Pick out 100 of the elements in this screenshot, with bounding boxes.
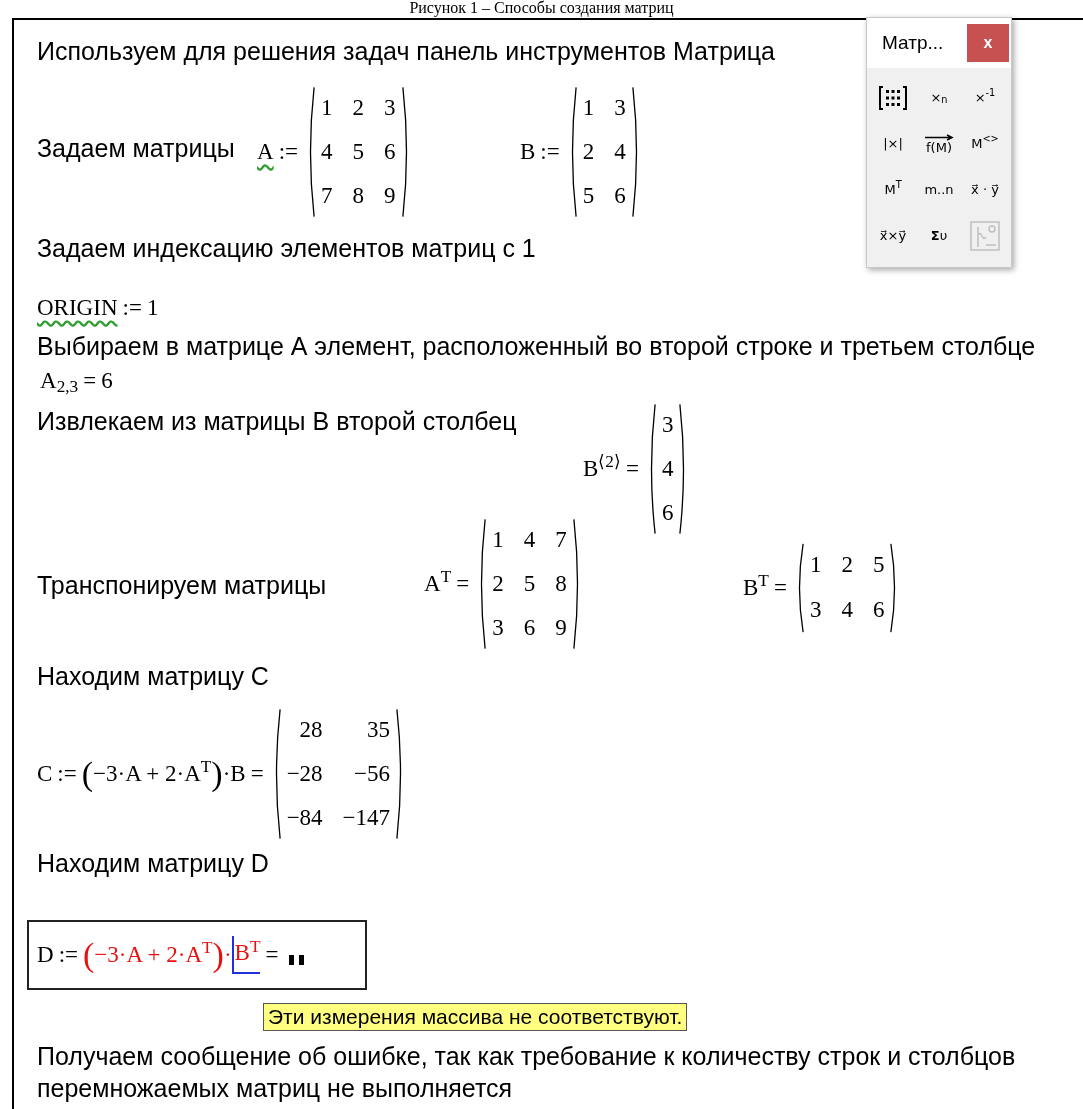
toolbar-button[interactable]: x⃗×y⃗	[871, 216, 915, 256]
math-symbol: ORIGIN	[37, 294, 118, 322]
matrix-cell-text: 1	[809, 551, 822, 579]
error-tooltip: Эти измерения массива не соответствуют.	[263, 1003, 688, 1031]
matrix-cell-text: 1	[582, 94, 595, 122]
paragraph: Задаем матрицы	[37, 133, 235, 164]
matrix-cell-text: 6	[614, 182, 626, 210]
toolbar-button[interactable]: m..n	[917, 170, 961, 210]
toolbar-button[interactable]: ×$_{n}$	[917, 78, 961, 118]
paragraph: Выбираем в матрице А элемент, расположенный во второй строке и третьем столбце	[37, 331, 1036, 362]
matrix-cell-text: 1	[492, 526, 504, 554]
matrix-cell-text: 5	[352, 138, 364, 166]
math-symbol: B$^{T}$	[743, 570, 769, 602]
math-operator: =	[250, 759, 264, 788]
math-operator: :=	[57, 759, 77, 788]
matrix-cell-text: −84	[286, 804, 323, 832]
math-operator: =	[83, 367, 97, 395]
parenthesis: )	[212, 938, 224, 972]
math-symbol: A	[257, 137, 274, 166]
matrix-cell-text: 2	[841, 551, 853, 579]
toolbar-button[interactable]: M$^{T}$	[871, 170, 915, 210]
toolbar-button[interactable]: x⃗ · y⃗	[963, 170, 1007, 210]
math-expression: ·	[223, 940, 232, 969]
math-operator: :=	[122, 294, 142, 322]
equation[interactable]: B$^{T}$ = 1 2 5 3 4 6	[743, 543, 903, 633]
matrix-cell-text: 3	[809, 596, 822, 624]
equation[interactable]: C :=(−3·A + 2·A$^{T}$)·B = 28 35 −28 −56 −84 −147	[37, 708, 409, 840]
paragraph: Находим матрицу C	[37, 661, 269, 692]
toolbar-button[interactable]: Συ	[917, 216, 961, 256]
matrix-cell-text: 4	[523, 526, 536, 554]
selected-equation[interactable]: D :=(−3·A + 2·A$^{T}$)·B$^{T}$ =	[27, 920, 367, 990]
equation[interactable]: A$_{2,3}$ = 6	[40, 364, 113, 399]
matrix-cell-text: 6	[661, 499, 674, 527]
matrix-cell-text: 3	[661, 411, 674, 439]
close-button[interactable]: x	[967, 24, 1009, 62]
matrix-cell-text: 2	[582, 138, 595, 166]
matrix-cell-text: 4	[321, 138, 333, 166]
math-operator: :=	[278, 137, 298, 166]
matrix-cell-text: 5	[523, 570, 536, 598]
toolbar-button[interactable]: M$^{<>}$	[963, 124, 1007, 164]
matrix-cell-text: 3	[492, 614, 504, 642]
placeholder-icon	[289, 953, 305, 965]
parenthesis: )	[211, 757, 223, 791]
matrix-cell-text: 3	[614, 94, 626, 122]
math-operator: =	[265, 940, 279, 969]
math-symbol: A$_{2,3}$	[40, 367, 79, 399]
matrix-cell-text: 8	[352, 182, 364, 210]
math-symbol: 1	[146, 294, 159, 322]
math-symbol: 6	[101, 367, 113, 395]
matrix-cell-text: 6	[523, 614, 536, 642]
paragraph: Находим матрицу D	[37, 848, 269, 879]
figure-caption: Рисунок 1 – Способы создания матриц	[408, 0, 675, 17]
matrix-cell-text: 3	[384, 94, 396, 122]
matrix-cell-text: 9	[384, 182, 396, 210]
toolbar-title: Матр...	[882, 30, 944, 55]
matrix-cell-text: −147	[342, 804, 391, 832]
matrix-cell-text: 6	[384, 138, 396, 166]
matrix-cell-text: 4	[661, 455, 674, 483]
math-operator: =	[773, 573, 787, 602]
matrix-cell-text: 9	[555, 614, 567, 642]
paragraph: Получаем сообщение об ошибке, так как требование к количеству строк и столбцов перемножаемых матриц не выполняется	[37, 1041, 1017, 1104]
math-expression: ·B	[222, 759, 246, 788]
matrix-cell-text: 1	[321, 94, 333, 122]
math-operator: =	[625, 454, 639, 483]
matrix-icon	[878, 85, 908, 111]
paragraph: Задаем индексацию элементов матриц с 1	[37, 233, 536, 264]
matrix-cell-text: 7	[555, 526, 567, 554]
math-symbol: A$^{T}$	[424, 566, 452, 598]
math-symbol: C	[37, 759, 53, 788]
button-label: f(M)	[926, 141, 952, 154]
math-operator: :=	[58, 940, 78, 969]
equation[interactable]: ORIGIN := 1	[37, 291, 159, 326]
paragraph: Транспонируем матрицы	[37, 570, 327, 601]
toolbar-button[interactable]: ×$^{-1}$	[963, 78, 1007, 118]
plot-icon	[970, 221, 1000, 251]
paragraph: Извлекаем из матрицы B второй столбец	[37, 406, 517, 437]
math-expression: −3·A + 2·A$^{T}$	[93, 756, 212, 786]
equation[interactable]: B := 1 3 2 4 5 6	[520, 86, 644, 218]
arrow-icon	[924, 134, 954, 141]
toolbar-button[interactable]: |×|	[871, 124, 915, 164]
equation[interactable]: A$^{T}$ = 1 4 7 2 5 8 3 6 9	[424, 518, 585, 650]
parenthesis: (	[83, 938, 95, 972]
math-expression: B$^{T}$	[231, 936, 261, 974]
matrix-cell-text: 2	[492, 570, 504, 598]
matrix-cell-text: −28	[286, 760, 323, 788]
math-expression: −3·A + 2·A$^{T}$	[94, 937, 213, 967]
matrix-cell-text: 28	[298, 716, 323, 744]
matrix-cell-text: 8	[555, 570, 567, 598]
equation[interactable]: B$^{⟨2⟩}$ = 3 4 6	[583, 403, 692, 535]
matrix-cell-text: 4	[841, 596, 853, 624]
math-symbol: B	[520, 137, 536, 166]
matrix-cell-text: 5	[582, 182, 595, 210]
matrix-cell-text: 5	[872, 551, 885, 579]
math-symbol: B$^{⟨2⟩}$	[583, 451, 621, 483]
paragraph: Используем для решения задач панель инструментов Матрица	[37, 36, 775, 67]
equation[interactable]: A := 1 2 3 4 5 6 7 8 9	[257, 86, 414, 218]
matrix-cell-text: 4	[614, 138, 626, 166]
matrix-cell-text: −56	[353, 760, 391, 788]
vectorize-button[interactable]: f(M)	[917, 124, 961, 164]
math-symbol: D	[37, 940, 54, 969]
